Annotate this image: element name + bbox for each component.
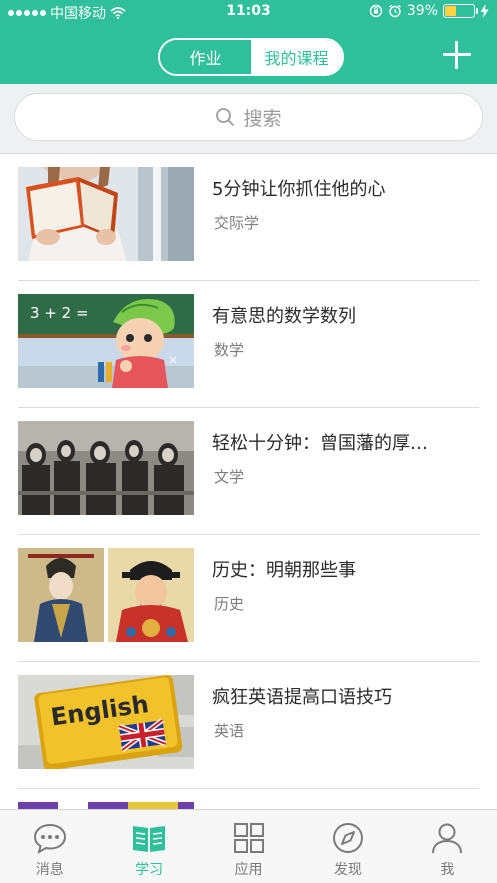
add-icon[interactable] — [438, 36, 476, 74]
course-title: 疯狂英语提高口语技巧 — [212, 687, 392, 708]
alarm-icon — [388, 4, 401, 18]
chat-icon — [33, 823, 66, 855]
course-title: 历史：明朝那些事 — [212, 560, 356, 581]
tab-apps[interactable]: 应用 — [199, 810, 298, 883]
course-item[interactable]: 轻松十分钟：曾国藩的厚… 文学 — [0, 408, 497, 535]
course-item[interactable]: 5分钟让你抓住他的心 交际学 — [0, 154, 497, 281]
course-thumbnail — [18, 167, 194, 261]
status-bar: 中国移动 11:03 39% — [0, 0, 497, 24]
course-thumbnail — [18, 421, 194, 515]
segment-control: 作业 我的课程 — [158, 38, 344, 76]
charging-icon — [480, 4, 489, 18]
course-list: 5分钟让你抓住他的心 交际学 3 + 2 = × × × — [0, 154, 497, 809]
tab-me[interactable]: 我 — [398, 810, 497, 883]
course-item[interactable]: 历史：明朝那些事 历史 — [0, 535, 497, 662]
course-title: 轻松十分钟：曾国藩的厚… — [212, 433, 428, 454]
tab-label: 我 — [440, 862, 455, 878]
search-placeholder: 搜索 — [243, 107, 282, 130]
app-screen: 中国移动 11:03 39% 作业 我的课程 搜索 5分钟让你抓住他的心 交际学… — [0, 0, 497, 883]
course-item[interactable]: English 疯狂英语提高口语技巧 英语 — [0, 662, 497, 789]
battery-icon — [443, 4, 478, 18]
course-category: 英语 — [214, 722, 245, 740]
tab-label: 发现 — [333, 862, 362, 878]
grid-icon — [233, 823, 264, 853]
tab-homework[interactable]: 作业 — [160, 40, 251, 74]
orientation-lock-icon — [369, 4, 383, 18]
course-thumbnail — [18, 548, 194, 642]
course-title: 5分钟让你抓住他的心 — [212, 179, 386, 200]
tab-discover[interactable]: 发现 — [298, 810, 397, 883]
tab-study[interactable]: 学习 — [99, 810, 198, 883]
course-title: 有意思的数学数列 — [212, 306, 356, 327]
compass-icon — [332, 823, 363, 853]
math-thumb-text: 3 + 2 = — [30, 304, 89, 322]
course-thumbnail: English — [18, 675, 194, 769]
tab-label: 消息 — [35, 862, 64, 878]
status-right: 39% — [369, 3, 489, 19]
course-item-partial[interactable] — [0, 789, 497, 809]
search-area: 搜索 — [0, 84, 497, 154]
svg-text:×: × — [168, 353, 178, 367]
course-category: 交际学 — [214, 214, 260, 232]
tab-bar: 消息 学习 应用 发现 我 — [0, 809, 497, 883]
tab-label: 学习 — [135, 862, 164, 878]
tab-messages[interactable]: 消息 — [0, 810, 99, 883]
course-item[interactable]: 3 + 2 = × × × — [0, 281, 497, 408]
course-thumbnail: 3 + 2 = × × × — [18, 294, 194, 388]
course-thumbnail — [18, 802, 194, 809]
course-category: 数学 — [214, 341, 245, 359]
user-icon — [432, 823, 463, 854]
book-icon — [133, 826, 166, 852]
search-icon — [216, 108, 235, 126]
search-input[interactable]: 搜索 — [14, 93, 483, 141]
top-bar: 中国移动 11:03 39% 作业 我的课程 — [0, 0, 497, 84]
tab-my-courses[interactable]: 我的课程 — [251, 40, 342, 74]
course-category: 历史 — [214, 595, 245, 613]
course-category: 文学 — [214, 468, 245, 486]
tab-label: 应用 — [234, 862, 263, 878]
battery-percent: 39% — [406, 3, 438, 19]
